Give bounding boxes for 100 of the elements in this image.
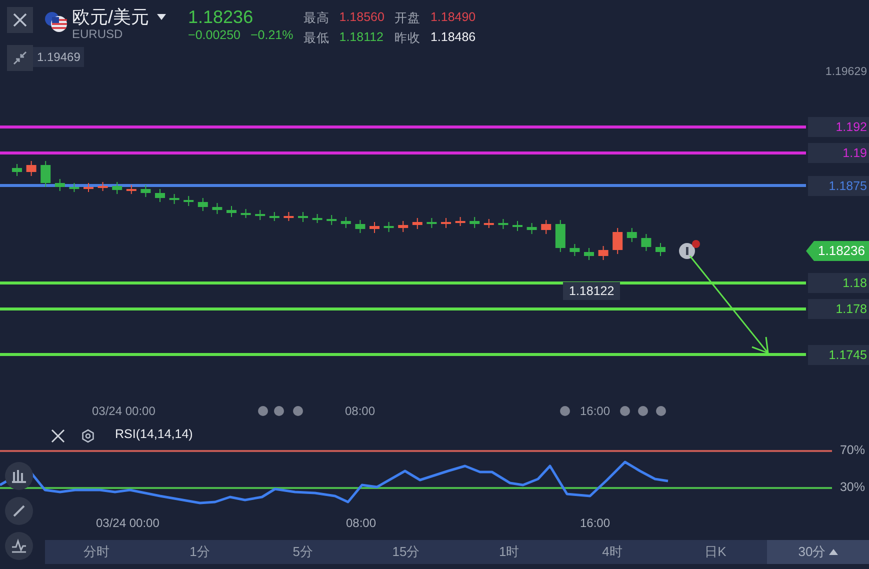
candle xyxy=(255,210,266,220)
candle xyxy=(26,160,36,176)
candle xyxy=(155,188,165,202)
candle xyxy=(326,214,337,226)
price-change: −0.00250 xyxy=(188,28,240,42)
price-level-line[interactable] xyxy=(0,282,806,284)
close-icon[interactable] xyxy=(51,429,65,443)
price-level-tag: 1.192 xyxy=(808,117,869,137)
low-price-tag: 1.18122 xyxy=(563,282,620,300)
timeframe-tab[interactable]: 4时 xyxy=(560,540,664,564)
candle xyxy=(312,214,322,224)
marker-dot xyxy=(258,406,268,416)
marker-dot xyxy=(293,406,303,416)
candle xyxy=(212,202,222,214)
candle xyxy=(512,220,522,232)
candle xyxy=(340,216,351,228)
candle xyxy=(384,222,394,232)
candle xyxy=(112,182,122,194)
timeframe-tab[interactable]: 日K xyxy=(664,540,767,564)
candle xyxy=(54,178,65,192)
candle xyxy=(584,248,594,260)
stat-label: 开盘 xyxy=(394,10,420,27)
time-label: 08:00 xyxy=(346,516,376,530)
axis-price-label: 1.19629 xyxy=(825,66,867,78)
indicator-icon xyxy=(11,538,27,554)
candle xyxy=(126,184,136,194)
candle xyxy=(198,198,208,212)
rsi-level-label: 70% xyxy=(840,443,865,457)
candle xyxy=(412,218,422,230)
stat-label: 最高 xyxy=(303,10,330,27)
stat-label: 最低 xyxy=(303,30,330,47)
candle xyxy=(398,220,408,232)
close-button[interactable] xyxy=(7,7,33,33)
bar-chart-icon xyxy=(11,468,27,484)
marker-dot xyxy=(560,406,570,416)
current-price-tag: 1.18236 xyxy=(806,241,869,261)
chart-type-button[interactable] xyxy=(5,462,33,490)
candle xyxy=(184,196,194,206)
candle xyxy=(455,216,466,226)
marker-dot xyxy=(274,406,284,416)
price-level-tag: 1.1745 xyxy=(808,344,869,364)
timeframe-tab[interactable]: 分时 xyxy=(45,540,148,564)
timeframe-tab[interactable]: 30分 xyxy=(766,540,869,564)
settings-icon[interactable] xyxy=(81,429,95,443)
candle xyxy=(498,218,508,230)
timeframe-tab[interactable]: 15分 xyxy=(354,540,458,564)
candle xyxy=(570,244,580,256)
price-level-tag: 1.19 xyxy=(808,143,869,163)
rsi-level-label: 30% xyxy=(840,480,865,494)
timeframe-tab[interactable]: 1时 xyxy=(458,540,561,564)
candle xyxy=(641,234,652,252)
price-level-tag: 1.18 xyxy=(808,273,869,293)
candle xyxy=(140,184,151,198)
pair-title[interactable]: 欧元/美元 xyxy=(72,7,150,27)
marker-dot xyxy=(656,406,666,416)
candle xyxy=(656,242,666,256)
candle xyxy=(441,218,451,228)
candle xyxy=(298,212,308,222)
pencil-icon xyxy=(11,503,27,519)
price-level-tag: 1.1875 xyxy=(808,176,869,196)
last-price: 1.18236 xyxy=(188,7,254,27)
time-label: 03/24 00:00 xyxy=(92,404,156,418)
time-label: 03/24 00:00 xyxy=(96,516,160,530)
indicator-title: RSI(14,14,14) xyxy=(115,427,193,441)
marker-dot xyxy=(620,406,630,416)
shrink-icon xyxy=(13,51,27,65)
indicator-button[interactable] xyxy=(5,532,33,560)
candle xyxy=(284,212,294,222)
arrow-drawing[interactable] xyxy=(689,256,769,354)
candle xyxy=(484,218,494,228)
stat-value: 1.18490 xyxy=(430,10,476,26)
candle xyxy=(355,220,366,234)
candle xyxy=(541,220,552,234)
stat-value: 1.18112 xyxy=(339,30,384,46)
stat-label: 昨收 xyxy=(394,30,420,47)
candle xyxy=(269,212,280,222)
caret-icon[interactable] xyxy=(157,14,166,20)
timeframe-tab[interactable]: 1分 xyxy=(148,540,252,564)
time-label: 16:00 xyxy=(580,404,610,418)
percent-change: −0.21% xyxy=(250,28,294,42)
candle xyxy=(40,160,51,188)
candle xyxy=(626,228,637,242)
stat-value: 1.18486 xyxy=(430,30,476,46)
collapse-button[interactable] xyxy=(7,45,33,71)
timeframe-tab[interactable]: 5分 xyxy=(251,540,354,564)
candle xyxy=(98,182,108,192)
candle xyxy=(612,228,623,254)
candle xyxy=(426,218,437,228)
price-level-tag: 1.178 xyxy=(808,299,869,319)
candle xyxy=(598,246,608,260)
candle xyxy=(226,206,236,218)
caret-icon xyxy=(828,549,838,555)
draw-button[interactable] xyxy=(5,497,33,525)
candle xyxy=(470,216,480,228)
candle xyxy=(169,194,180,204)
candle xyxy=(69,182,80,192)
info-icon[interactable] xyxy=(679,240,700,259)
candle xyxy=(370,222,380,234)
time-label: 08:00 xyxy=(345,404,376,418)
candle xyxy=(84,182,94,192)
